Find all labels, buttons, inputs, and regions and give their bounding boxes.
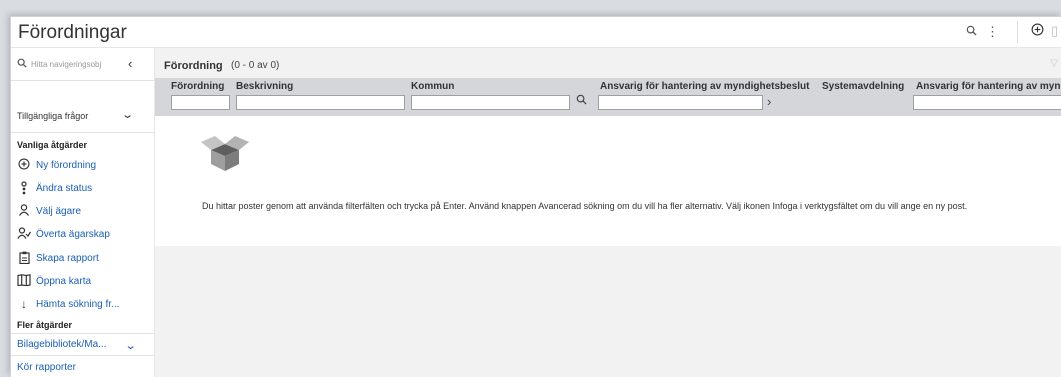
filter-input-ansvarig[interactable] xyxy=(598,95,763,110)
column-header-ansvarig[interactable]: Ansvarig för hantering av myndighetsbesl… xyxy=(600,81,809,92)
action-label: Hämta sökning fr... xyxy=(36,299,120,310)
open-map-action[interactable]: Öppna karta xyxy=(17,274,151,292)
document-icon[interactable]: ▯ xyxy=(1051,23,1058,39)
search-icon[interactable] xyxy=(966,24,977,39)
select-owner-action[interactable]: Välj ägare xyxy=(17,204,151,222)
filter-icon[interactable]: ▽ xyxy=(1050,58,1058,69)
filter-input-beskrivning[interactable] xyxy=(236,95,405,110)
action-label: Ändra status xyxy=(36,183,93,194)
column-header-beskrivning[interactable]: Beskrivning xyxy=(236,81,293,92)
status-icon xyxy=(17,181,31,198)
add-circle-icon xyxy=(17,158,31,173)
app-window: Förordningar ⋮ ▯ Hitta navigeringsobj ‹ … xyxy=(10,16,1061,377)
common-actions-heading: Vanliga åtgärder xyxy=(17,140,88,150)
run-reports-link[interactable]: Kör rapporter xyxy=(17,362,76,373)
sidebar: Hitta navigeringsobj ‹ Tillgängliga fråg… xyxy=(11,48,155,377)
chevron-down-icon[interactable]: ⌄ xyxy=(125,339,137,352)
filter-input-kommun[interactable] xyxy=(411,95,570,110)
take-ownership-icon xyxy=(17,227,32,242)
column-header-kommun[interactable]: Kommun xyxy=(411,81,454,92)
attachment-library-link[interactable]: Bilagebibliotek/Ma... xyxy=(17,339,107,350)
divider xyxy=(11,333,154,334)
arrow-down-icon: ↓ xyxy=(21,297,27,311)
action-label: Välj ägare xyxy=(36,206,82,217)
collapse-sidebar-icon[interactable]: ‹ xyxy=(128,56,132,71)
chevron-right-icon[interactable]: › xyxy=(767,94,771,109)
kommun-lookup-search-icon[interactable] xyxy=(576,94,587,108)
empty-state: Du hittar poster genom att använda filte… xyxy=(155,116,1061,246)
filter-input-ansvarig-2[interactable] xyxy=(913,95,1061,110)
main-content: Förordning (0 - 0 av 0) ▽ Förordning Bes… xyxy=(155,48,1061,377)
action-label: Öppna karta xyxy=(36,276,92,287)
person-icon xyxy=(17,204,31,219)
page-title: Förordningar xyxy=(18,22,127,43)
action-label: Skapa rapport xyxy=(36,253,99,264)
change-status-action[interactable]: Ändra status xyxy=(17,181,151,199)
navigation-search[interactable]: Hitta navigeringsobj xyxy=(17,58,129,74)
more-vertical-icon[interactable]: ⋮ xyxy=(986,24,999,40)
action-label: Ny förordning xyxy=(36,160,97,171)
divider xyxy=(11,80,154,81)
search-icon xyxy=(17,58,27,71)
filter-input-forordning[interactable] xyxy=(171,95,230,110)
take-ownership-action[interactable]: Överta ägarskap xyxy=(17,227,151,245)
divider xyxy=(11,355,154,356)
create-report-action[interactable]: Skapa rapport xyxy=(17,251,151,269)
empty-state-message: Du hittar poster genom att använda filte… xyxy=(202,201,968,211)
action-label: Överta ägarskap xyxy=(36,229,110,240)
divider xyxy=(11,132,154,133)
map-icon xyxy=(17,274,31,289)
column-header-systemavdelning[interactable]: Systemavdelning xyxy=(822,81,904,92)
column-header-forordning[interactable]: Förordning xyxy=(171,81,224,92)
header-divider xyxy=(1017,21,1018,43)
more-actions-heading: Fler åtgärder xyxy=(17,320,73,330)
chevron-down-icon[interactable]: ⌄ xyxy=(121,108,134,121)
column-header-row: Förordning Beskrivning Kommun Ansvarig f… xyxy=(155,78,1061,116)
navigation-search-input[interactable]: Hitta navigeringsobj xyxy=(31,60,101,69)
column-header-ansvarig-2[interactable]: Ansvarig för hantering av myndi xyxy=(916,81,1061,92)
empty-box-icon xyxy=(201,136,249,171)
available-queries-select[interactable]: Tillgängliga frågor xyxy=(17,111,88,121)
clipboard-icon xyxy=(17,251,31,267)
table-title: Förordning xyxy=(164,60,223,72)
app-header: Förordningar ⋮ ▯ xyxy=(11,17,1061,48)
new-regulation-action[interactable]: Ny förordning xyxy=(17,158,151,176)
fetch-search-action[interactable]: ↓ Hämta sökning fr... xyxy=(17,297,151,315)
add-circle-icon[interactable] xyxy=(1031,23,1044,39)
record-count: (0 - 0 av 0) xyxy=(231,60,280,71)
